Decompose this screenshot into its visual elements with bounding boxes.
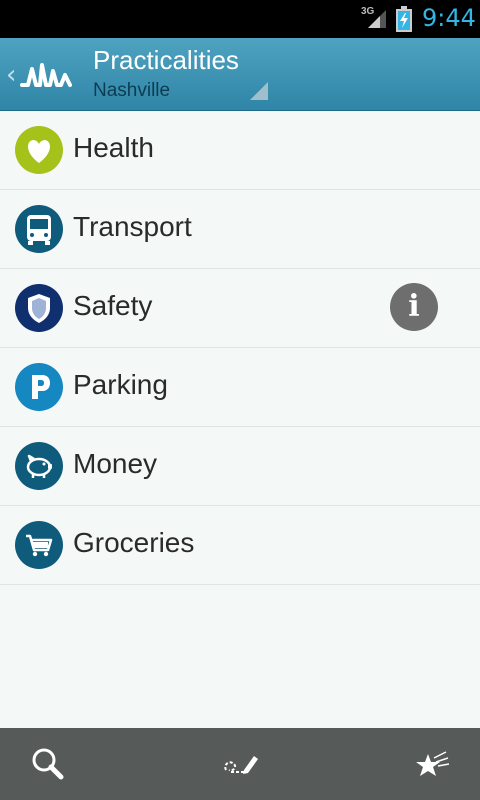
info-icon[interactable]: i: [390, 283, 438, 331]
list-item-groceries[interactable]: Groceries: [0, 506, 480, 585]
write-icon: [224, 756, 258, 774]
list-item-label: Parking: [73, 369, 168, 400]
status-bar: 3G 9:44: [0, 0, 480, 38]
app-logo-icon: [20, 63, 72, 87]
city-selector[interactable]: Practicalities Nashville: [80, 38, 274, 110]
list-item-label: Groceries: [73, 527, 195, 558]
list-item-label: Money: [73, 448, 158, 479]
list-item-money[interactable]: Money: [0, 427, 480, 506]
list-item-health[interactable]: Health: [0, 111, 480, 190]
favorites-button[interactable]: [392, 728, 472, 800]
clock: 9:44: [422, 4, 476, 32]
battery-charging-icon: [396, 6, 412, 32]
shield-icon: [15, 284, 63, 332]
city-name: Nashville: [93, 80, 171, 101]
write-button[interactable]: [200, 728, 280, 800]
back-chevron-icon: ‹: [6, 60, 17, 90]
bus-icon: [15, 205, 63, 253]
search-button[interactable]: [8, 728, 88, 800]
action-bar: ‹ Practicalities Nashville: [0, 38, 480, 111]
favorites-icon: [416, 751, 450, 776]
piggy-bank-icon: [15, 442, 63, 490]
shopping-cart-icon: [15, 521, 63, 569]
signal-icon: [368, 10, 386, 28]
heart-icon: [15, 126, 63, 174]
list-item-safety[interactable]: Safety i: [0, 269, 480, 348]
list-item-parking[interactable]: Parking: [0, 348, 480, 427]
bottom-toolbar: [0, 728, 480, 800]
list-item-label: Health: [73, 132, 154, 163]
practicalities-list: Health Transport Safety i Parking Money …: [0, 111, 480, 585]
page-title: Practicalities: [93, 45, 239, 75]
list-item-label: Safety: [73, 290, 153, 321]
up-navigation-button[interactable]: ‹: [0, 38, 80, 110]
search-icon: [32, 748, 64, 780]
list-item-transport[interactable]: Transport: [0, 190, 480, 269]
dropdown-indicator-icon: [250, 82, 268, 100]
parking-icon: [15, 363, 63, 411]
list-item-label: Transport: [73, 211, 192, 242]
